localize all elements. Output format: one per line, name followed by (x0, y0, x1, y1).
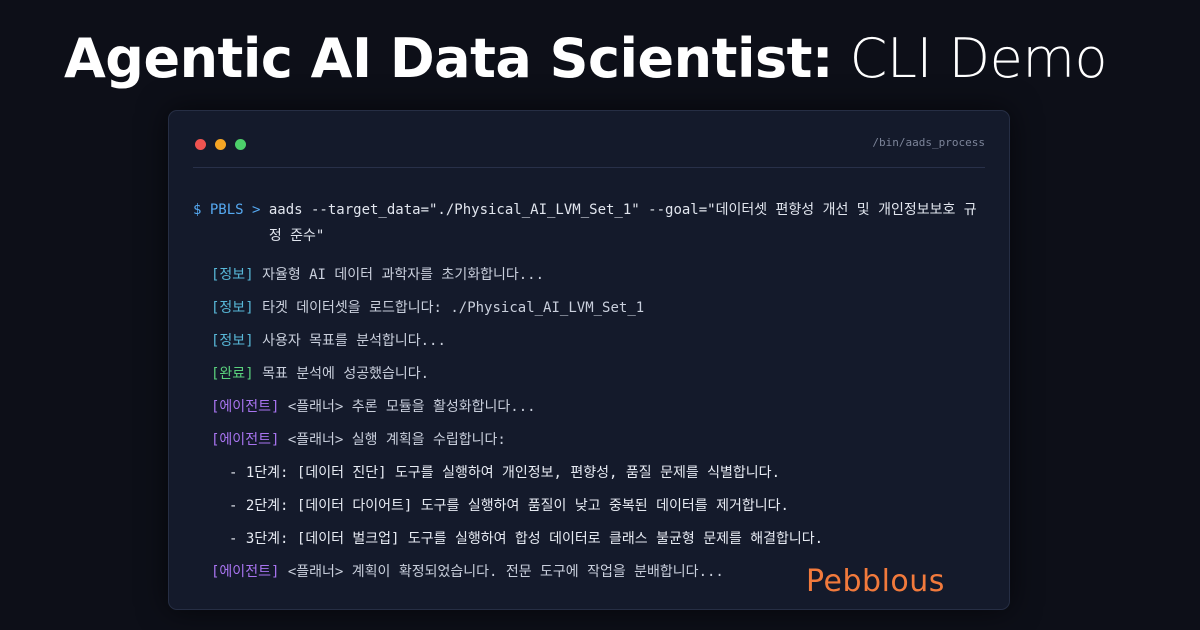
log-tag-agent: [에이전트] (211, 399, 280, 415)
command-line: $ PBLS > aads --target_data="./Physical_… (193, 197, 989, 249)
title-light: CLI Demo (849, 27, 1108, 90)
plan-step-text: - 3단계: [데이터 벌크업] 도구를 실행하여 합성 데이터로 클래스 불균… (229, 531, 824, 547)
log-text: 자율형 AI 데이터 과학자를 초기화합니다... (262, 267, 544, 283)
maximize-window-icon[interactable] (235, 139, 246, 150)
terminal-path: /bin/aads_process (872, 136, 985, 149)
log-line: [완료] 목표 분석에 성공했습니다. (193, 364, 989, 384)
log-line: [정보] 자율형 AI 데이터 과학자를 초기화합니다... (193, 265, 989, 285)
plan-step-text: - 1단계: [데이터 진단] 도구를 실행하여 개인정보, 편향성, 품질 문… (229, 465, 780, 481)
plan-step: - 1단계: [데이터 진단] 도구를 실행하여 개인정보, 편향성, 품질 문… (193, 463, 989, 483)
log-line: [에이전트] <플래너> 추론 모듈을 활성화합니다... (193, 397, 989, 417)
command-text: aads --target_data="./Physical_AI_LVM_Se… (268, 202, 977, 244)
log-tag-info: [정보] (211, 300, 254, 316)
log-text: 타겟 데이터셋을 로드합니다: ./Physical_AI_LVM_Set_1 (262, 300, 645, 316)
plan-step: - 2단계: [데이터 다이어트] 도구를 실행하여 품질이 낮고 중복된 데이… (193, 496, 989, 516)
pebblous-logo: Pebblous (806, 564, 945, 599)
log-tag-done: [완료] (211, 366, 254, 382)
minimize-window-icon[interactable] (215, 139, 226, 150)
log-text: <플래너> 추론 모듈을 활성화합니다... (287, 399, 536, 415)
log-line: [정보] 타겟 데이터셋을 로드합니다: ./Physical_AI_LVM_S… (193, 298, 989, 318)
close-window-icon[interactable] (195, 139, 206, 150)
plan-step: - 3단계: [데이터 벌크업] 도구를 실행하여 합성 데이터로 클래스 불균… (193, 529, 989, 549)
log-text: <플래너> 실행 계획을 수립합니다: (287, 432, 506, 448)
terminal-window: /bin/aads_process $ PBLS > aads --target… (168, 110, 1010, 610)
log-text: 목표 분석에 성공했습니다. (262, 366, 430, 382)
log-tag-info: [정보] (211, 267, 254, 283)
title-bold: Agentic AI Data Scientist: (64, 27, 834, 90)
terminal-output: $ PBLS > aads --target_data="./Physical_… (193, 197, 989, 582)
log-line: [에이전트] <플래너> 실행 계획을 수립합니다: (193, 430, 989, 450)
log-tag-info: [정보] (211, 333, 254, 349)
log-text: <플래너> 계획이 확정되었습니다. 전문 도구에 작업을 분배합니다... (287, 564, 724, 580)
page-title: Agentic AI Data Scientist: CLI Demo (64, 24, 1108, 94)
log-tag-agent: [에이전트] (211, 564, 280, 580)
terminal-titlebar: /bin/aads_process (193, 131, 985, 168)
log-text: 사용자 목표를 분석합니다... (262, 333, 446, 349)
plan-step-text: - 2단계: [데이터 다이어트] 도구를 실행하여 품질이 낮고 중복된 데이… (229, 498, 789, 514)
prompt: $ PBLS > (193, 202, 269, 218)
log-tag-agent: [에이전트] (211, 432, 280, 448)
log-line: [정보] 사용자 목표를 분석합니다... (193, 331, 989, 351)
